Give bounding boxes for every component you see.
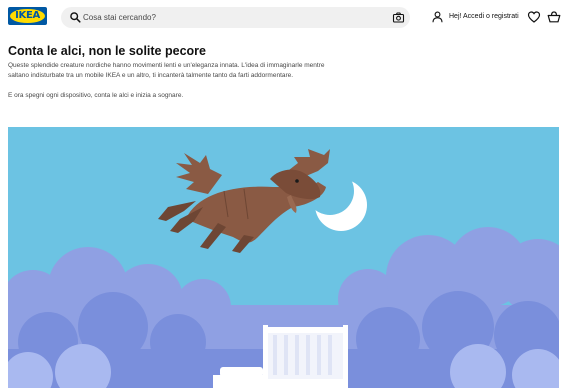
account-link[interactable]: Hej! Accedi o registrati — [432, 10, 519, 24]
hero-illustration — [8, 127, 559, 388]
account-label: Hej! Accedi o registrati — [449, 13, 519, 20]
logo-text: IKEA — [15, 10, 40, 21]
search-icon[interactable] — [69, 11, 82, 24]
site-header: IKEA Cosa stai cercando? Hej! Accedi o r… — [0, 0, 561, 34]
heart-icon[interactable] — [527, 10, 541, 24]
moose-dream-illustration — [8, 127, 559, 388]
intro-text-line-2: saltano indisturbate tra un mobile IKEA … — [8, 72, 294, 79]
shopping-bag-icon[interactable] — [547, 10, 561, 24]
search-input[interactable]: Cosa stai cercando? — [83, 11, 156, 24]
intro-text-line-1: Queste splendide creature nordiche hanno… — [8, 62, 325, 69]
search-bar[interactable]: Cosa stai cercando? — [61, 7, 410, 28]
ikea-logo[interactable]: IKEA — [8, 7, 47, 25]
user-icon — [432, 11, 443, 23]
intro-text-line-3: E ora spegni ogni dispositivo, conta le … — [8, 92, 184, 99]
camera-icon[interactable] — [392, 11, 405, 24]
page-title: Conta le alci, non le solite pecore — [8, 44, 206, 58]
